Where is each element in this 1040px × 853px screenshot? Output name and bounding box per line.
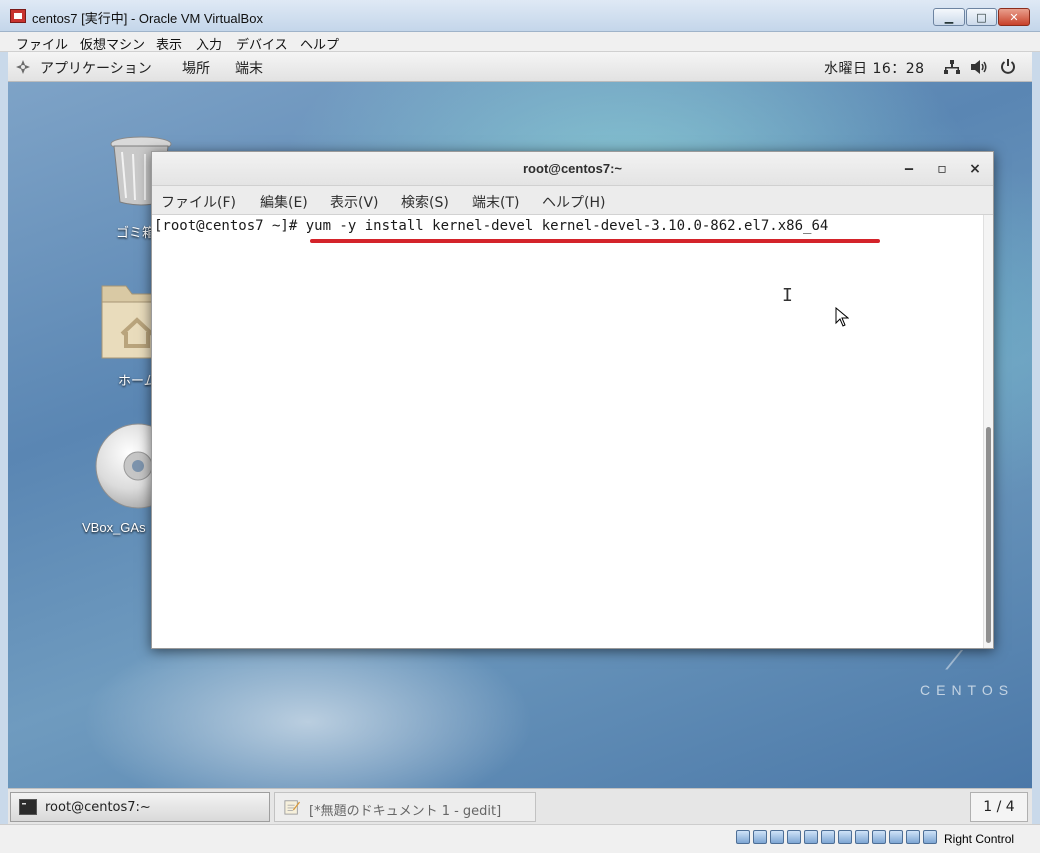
- terminal-title: root@centos7:~: [523, 161, 622, 176]
- centos-brand: CENTOS: [920, 682, 1015, 698]
- centos-seven-decoration: ⁄: [952, 646, 957, 676]
- host-menu-file[interactable]: ファイル: [16, 34, 68, 53]
- terminal-icon: [19, 799, 37, 815]
- gedit-icon: [284, 800, 300, 815]
- network-icon[interactable]: [944, 60, 960, 74]
- close-icon: ✕: [1009, 10, 1019, 24]
- places-menu[interactable]: 場所: [182, 58, 210, 78]
- host-minimize-button[interactable]: ▁: [933, 8, 965, 26]
- terminal-menu-edit[interactable]: 編集(E): [260, 192, 308, 212]
- taskbar: root@centos7:~ [*無題のドキュメント 1 - gedit] 1 …: [8, 788, 1032, 828]
- shared-folders-icon[interactable]: [821, 830, 835, 844]
- terminal-menu-help[interactable]: ヘルプ(H): [542, 192, 605, 212]
- terminal-menubar: ファイル(F) 編集(E) 表示(V) 検索(S) 端末(T) ヘルプ(H): [152, 186, 993, 215]
- workspace-switcher[interactable]: 1 / 4: [970, 792, 1028, 822]
- desktop-icon-label-vbox: VBox_GAs: [82, 520, 146, 535]
- taskbar-item-terminal[interactable]: root@centos7:~: [10, 792, 270, 822]
- taskbar-item-label: root@centos7:~: [45, 800, 151, 815]
- host-menu-machine[interactable]: 仮想マシン: [80, 34, 145, 53]
- host-maximize-button[interactable]: □: [966, 8, 997, 26]
- host-menu-devices[interactable]: デバイス: [236, 34, 288, 53]
- applications-menu-icon: [16, 60, 30, 74]
- host-window-title: centos7 [実行中] - Oracle VM VirtualBox: [32, 11, 263, 26]
- terminal-titlebar[interactable]: root@centos7:~ ‒ ▫ ×: [152, 152, 993, 186]
- mouse-pointer-icon: [835, 307, 849, 327]
- terminal-command-line: [root@centos7 ~]# yum -y install kernel-…: [154, 218, 828, 234]
- terminal-menu-file[interactable]: ファイル(F): [161, 192, 236, 212]
- terminal-menu-search[interactable]: 検索(S): [401, 192, 449, 212]
- clock[interactable]: 水曜日 16：28: [824, 58, 925, 78]
- vbox-statusbar: Right Control: [0, 824, 1040, 853]
- host-menu-help[interactable]: ヘルプ: [300, 34, 339, 53]
- terminal-menu-view[interactable]: 表示(V): [330, 192, 379, 212]
- host-titlebar: centos7 [実行中] - Oracle VM VirtualBox ▁ □…: [0, 0, 1040, 32]
- host-menu-input[interactable]: 入力: [196, 34, 222, 53]
- terminal-window: root@centos7:~ ‒ ▫ × ファイル(F) 編集(E) 表示(V)…: [151, 151, 994, 649]
- volume-icon[interactable]: [970, 59, 988, 75]
- cpu-icon[interactable]: [889, 830, 903, 844]
- power-icon[interactable]: [1000, 58, 1016, 74]
- host-menubar: ファイル 仮想マシン 表示 入力 デバイス ヘルプ: [0, 32, 1040, 53]
- virtualization-icon[interactable]: [872, 830, 886, 844]
- terminal-command: yum -y install kernel-devel kernel-devel…: [305, 218, 829, 234]
- desktop-icon-label-trash: ゴミ箱: [116, 225, 156, 240]
- minimize-icon: ‒: [904, 161, 914, 177]
- keyboard-capture-icon[interactable]: [923, 830, 937, 844]
- gnome-top-bar: アプリケーション 場所 端末 水曜日 16：28: [8, 52, 1032, 82]
- terminal-scrollbar-thumb[interactable]: [986, 427, 991, 643]
- optical-drive-icon[interactable]: [753, 830, 767, 844]
- vbox-status-icons: [736, 830, 937, 844]
- text-cursor-icon: I: [782, 285, 793, 306]
- taskbar-item-label: [*無題のドキュメント 1 - gedit]: [309, 804, 502, 819]
- display-icon[interactable]: [838, 830, 852, 844]
- taskbar-item-gedit[interactable]: [*無題のドキュメント 1 - gedit]: [274, 792, 536, 822]
- terminal-app-menu[interactable]: 端末: [235, 58, 263, 78]
- mouse-integration-icon[interactable]: [906, 830, 920, 844]
- terminal-prompt: [root@centos7 ~]#: [154, 218, 306, 234]
- terminal-output[interactable]: [root@centos7 ~]# yum -y install kernel-…: [152, 215, 983, 648]
- terminal-close-button[interactable]: ×: [965, 160, 985, 178]
- close-icon: ×: [969, 161, 981, 177]
- audio-icon[interactable]: [770, 830, 784, 844]
- usb-icon[interactable]: [804, 830, 818, 844]
- network-adapter-icon[interactable]: [787, 830, 801, 844]
- video-capture-icon[interactable]: [855, 830, 869, 844]
- minimize-icon: ▁: [944, 10, 954, 24]
- virtualbox-app-icon: [10, 9, 26, 23]
- maximize-icon: □: [976, 10, 987, 24]
- host-close-button[interactable]: ✕: [998, 8, 1030, 26]
- hard-disk-icon[interactable]: [736, 830, 750, 844]
- applications-menu[interactable]: アプリケーション: [40, 58, 152, 78]
- command-highlight-underline: [310, 239, 880, 243]
- maximize-icon: ▫: [937, 161, 947, 177]
- terminal-menu-terminal[interactable]: 端末(T): [472, 192, 519, 212]
- host-key-label: Right Control: [944, 832, 1015, 846]
- host-menu-view[interactable]: 表示: [156, 34, 182, 53]
- terminal-maximize-button[interactable]: ▫: [932, 160, 952, 178]
- terminal-scrollbar[interactable]: [983, 215, 993, 648]
- terminal-minimize-button[interactable]: ‒: [899, 160, 919, 178]
